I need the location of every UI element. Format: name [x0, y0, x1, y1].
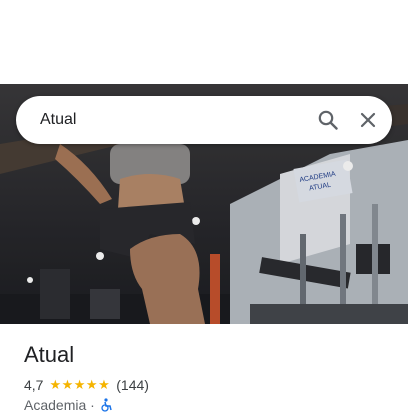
search-input[interactable]: Atual [40, 111, 76, 129]
search-icon[interactable] [316, 108, 340, 132]
place-info: Atual 4,7 ★★★★★ (144) Academia · [24, 330, 394, 413]
close-icon[interactable] [356, 108, 380, 132]
rating-stars-icon: ★★★★★ [49, 377, 111, 392]
category-label: Academia · [24, 397, 95, 413]
search-bar[interactable]: Atual [16, 96, 392, 144]
rating-row[interactable]: 4,7 ★★★★★ (144) [24, 377, 394, 393]
rating-value: 4,7 [24, 377, 44, 393]
review-count[interactable]: (144) [116, 377, 149, 393]
wheelchair-icon [99, 398, 113, 412]
category-row: Academia · [24, 397, 394, 413]
place-title: Atual [24, 342, 75, 367]
